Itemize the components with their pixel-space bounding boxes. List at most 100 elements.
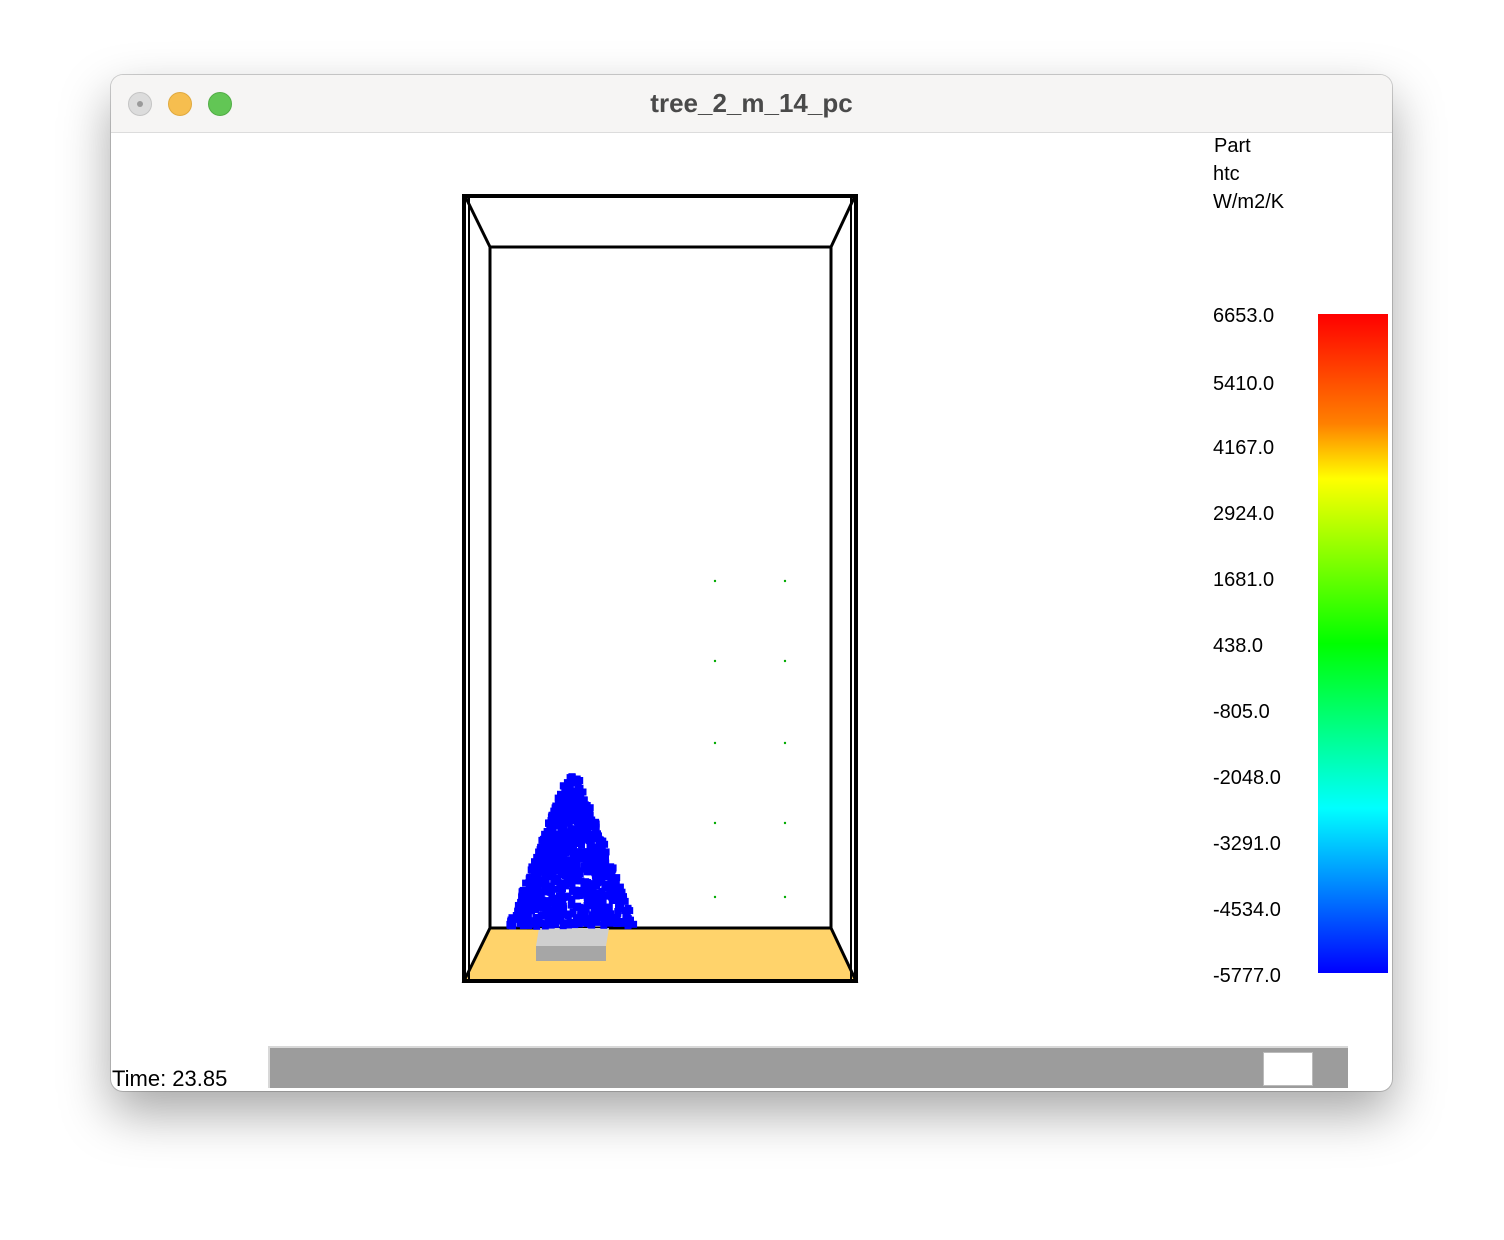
particle xyxy=(538,836,546,844)
particle xyxy=(570,919,577,926)
sprinkler-dot xyxy=(783,741,787,745)
particle xyxy=(506,921,514,929)
particle xyxy=(552,853,560,861)
particle xyxy=(591,860,599,867)
legend-tick: -2048.0 xyxy=(1213,767,1281,789)
particle xyxy=(581,834,589,842)
particle xyxy=(600,921,608,929)
particle xyxy=(522,888,530,896)
sprinkler-dot xyxy=(783,821,787,825)
sprinkler-dot xyxy=(783,579,787,583)
sprinkler-dot xyxy=(713,741,717,745)
particle xyxy=(516,906,524,914)
particle xyxy=(535,857,543,865)
particle xyxy=(604,910,612,918)
particle xyxy=(534,865,541,873)
particle xyxy=(602,892,610,900)
legend-tick: -805.0 xyxy=(1213,701,1270,723)
time-slider[interactable] xyxy=(268,1046,1348,1088)
sprinkler-dot xyxy=(783,659,787,663)
particle xyxy=(554,875,562,883)
particle xyxy=(591,831,599,839)
legend-title-line-1: Part xyxy=(1214,135,1251,157)
legend-title-line-2: htc xyxy=(1213,163,1240,185)
particle xyxy=(546,839,554,847)
particle xyxy=(615,905,622,913)
particle xyxy=(567,816,575,824)
window-title: tree_2_m_14_pc xyxy=(650,88,853,118)
particle xyxy=(579,820,587,828)
particle xyxy=(554,794,562,802)
particle xyxy=(564,783,572,791)
legend-tick: -5777.0 xyxy=(1213,965,1281,987)
particle xyxy=(580,881,588,889)
app-window: tree_2_m_14_pc Part htc W/m2/K 6653.0 54… xyxy=(111,75,1392,1091)
particle xyxy=(581,852,589,860)
particle xyxy=(600,868,608,876)
particle xyxy=(572,866,579,873)
particle xyxy=(593,877,601,885)
particle xyxy=(577,909,585,917)
particle xyxy=(585,917,592,925)
room-outer-frame xyxy=(462,194,858,983)
particle xyxy=(561,791,568,799)
particle xyxy=(534,875,542,883)
particle xyxy=(609,881,617,889)
particle xyxy=(589,844,597,852)
particle xyxy=(513,915,521,923)
particle xyxy=(564,838,572,846)
particle xyxy=(567,910,574,918)
particle xyxy=(525,921,533,929)
particle xyxy=(574,792,581,800)
legend-tick: 4167.0 xyxy=(1213,437,1275,459)
particle xyxy=(555,836,562,844)
sprinkler-dot xyxy=(713,821,717,825)
legend-tick: -4534.0 xyxy=(1213,899,1281,921)
particle xyxy=(527,866,535,874)
particle xyxy=(585,810,593,818)
particle xyxy=(545,868,553,876)
burner-top xyxy=(536,928,609,946)
particle xyxy=(544,908,552,916)
sprinkler-grid xyxy=(713,579,787,899)
particle xyxy=(560,850,568,858)
particle xyxy=(567,901,575,909)
legend-tick: 5410.0 xyxy=(1213,373,1275,395)
particle xyxy=(608,869,616,877)
color-scale-bar xyxy=(1318,314,1388,973)
legend-tick: 438.0 xyxy=(1213,635,1264,657)
particle xyxy=(569,827,577,835)
particle xyxy=(618,888,626,896)
legend-title-line-3: W/m2/K xyxy=(1213,191,1285,213)
legend-tick: 1681.0 xyxy=(1213,569,1275,591)
particle xyxy=(543,888,551,896)
particle xyxy=(601,853,609,861)
legend-tick: -3291.0 xyxy=(1213,833,1281,855)
particle xyxy=(565,865,573,872)
scene-canvas[interactable] xyxy=(111,133,1392,1033)
particle xyxy=(593,918,601,926)
room-back-wall xyxy=(488,245,833,930)
particle xyxy=(559,885,566,893)
particle xyxy=(541,880,549,888)
particle xyxy=(605,903,613,911)
particle xyxy=(621,897,629,905)
particle xyxy=(580,796,588,804)
room-floor xyxy=(461,926,859,983)
sprinkler-dot xyxy=(713,659,717,663)
particle xyxy=(546,917,554,925)
viewport[interactable]: Part htc W/m2/K 6653.0 5410.0 4167.0 292… xyxy=(111,133,1392,1091)
particle xyxy=(583,902,591,909)
particle xyxy=(556,917,564,925)
sprinkler-dot xyxy=(783,895,787,899)
particle xyxy=(571,886,579,894)
particle xyxy=(591,869,599,877)
legend-tick: 6653.0 xyxy=(1213,305,1275,327)
sprinkler-dot xyxy=(713,579,717,583)
time-slider-thumb[interactable] xyxy=(1263,1052,1314,1086)
sprinkler-dot xyxy=(713,895,717,899)
particle xyxy=(588,816,596,824)
particle xyxy=(557,904,565,912)
particle xyxy=(545,898,553,906)
particle xyxy=(624,904,632,912)
